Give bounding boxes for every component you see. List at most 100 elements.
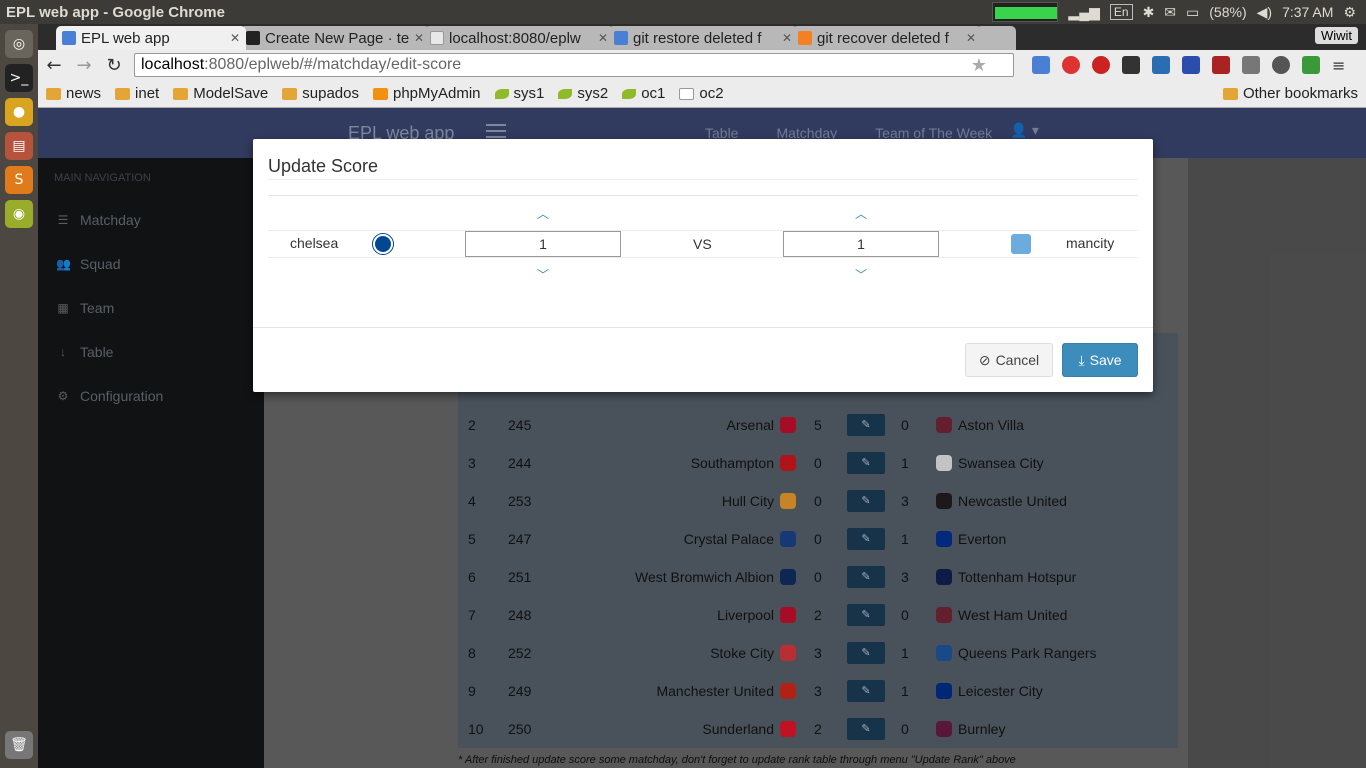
edit-button[interactable]: ✎ <box>847 414 885 436</box>
extension-icon[interactable] <box>1272 56 1290 74</box>
screen-icon[interactable] <box>1152 56 1170 74</box>
hamburger-menu-icon[interactable] <box>486 124 506 138</box>
edit-button[interactable]: ✎ <box>847 718 885 740</box>
cors-icon[interactable] <box>1302 56 1320 74</box>
row-number: 3 <box>468 455 476 471</box>
keyboard-indicator[interactable]: En <box>1109 4 1133 20</box>
folder-icon <box>115 87 131 100</box>
home-decrement-icon[interactable]: ﹀ <box>533 266 553 283</box>
forward-icon[interactable]: → <box>74 55 94 76</box>
away-score-input[interactable] <box>783 231 939 257</box>
leaf-icon <box>622 88 637 99</box>
menu-icon[interactable]: ≡ <box>1332 56 1345 75</box>
match-id: 250 <box>508 721 532 737</box>
edit-button[interactable]: ✎ <box>847 604 885 626</box>
browser-chrome: EPL web app ✕ Create New Page · te ✕ loc… <box>38 24 1366 108</box>
close-icon[interactable]: ✕ <box>230 31 240 45</box>
tab-label: localhost:8080/eplw <box>449 29 581 47</box>
home-increment-icon[interactable]: ︿ <box>533 205 553 222</box>
table-row: 6 251 West Bromwich Albion 0 ✎ 3 Tottenham Hot… <box>458 559 1178 597</box>
update-score-modal: Update Score chelsea ︿ ﹀ VS ︿ ﹀ mancity … <box>253 139 1153 392</box>
save-button[interactable]: ⤓ Save <box>1062 343 1138 377</box>
close-icon[interactable]: ✕ <box>782 31 792 45</box>
edit-button[interactable]: ✎ <box>847 680 885 702</box>
cancel-button[interactable]: ⊘ Cancel <box>965 343 1053 377</box>
power-icon[interactable]: ⚙ <box>1343 4 1356 21</box>
back-icon[interactable]: ← <box>44 55 64 76</box>
sidebar-item-squad[interactable]: 👥 Squad <box>38 242 269 286</box>
page-favicon-icon <box>430 31 444 45</box>
signal-icon[interactable]: ▂▄▆ <box>1068 4 1099 21</box>
bookmark-other[interactable]: Other bookmarks <box>1222 85 1358 102</box>
away-score: 3 <box>901 493 909 509</box>
wiwit-button[interactable]: Wiwit <box>1314 27 1358 44</box>
bookmark-oc1[interactable]: oc1 <box>622 85 665 102</box>
tab-label: git restore deleted f <box>633 29 762 47</box>
close-icon[interactable]: ✕ <box>966 31 976 45</box>
tab-localhost[interactable]: localhost:8080/eplw ✕ <box>424 26 614 50</box>
pma-icon <box>372 87 388 100</box>
bookmark-supados[interactable]: supados <box>282 85 359 102</box>
sidebar-item-configuration[interactable]: ⚙ Configuration <box>38 374 269 418</box>
bookmark-news[interactable]: news <box>46 85 101 102</box>
tab-git-recover[interactable]: git recover deleted f ✕ <box>792 26 982 50</box>
extension-icon[interactable] <box>1122 56 1140 74</box>
tab-epl-web-app[interactable]: EPL web app ✕ <box>56 26 246 50</box>
clock[interactable]: 7:37 AM <box>1282 4 1333 20</box>
home-team: Sunderland <box>702 721 774 737</box>
away-score: 1 <box>901 645 909 661</box>
bookmark-inet[interactable]: inet <box>115 85 159 102</box>
translate-icon[interactable] <box>1032 56 1050 74</box>
close-icon[interactable]: ✕ <box>598 31 608 45</box>
bluetooth-icon[interactable]: ✱ <box>1143 4 1155 21</box>
sublime-icon[interactable]: S <box>5 166 33 194</box>
dash-icon[interactable]: ◎ <box>5 30 33 58</box>
trash-icon[interactable]: 🗑 <box>5 731 33 759</box>
battery-icon[interactable]: ▭ <box>1186 4 1199 21</box>
sidebar-item-matchday[interactable]: ☰ Matchday <box>38 198 269 242</box>
mancity-crest-icon <box>1011 234 1031 254</box>
extension-icon[interactable] <box>1182 56 1200 74</box>
chrome-icon[interactable]: ● <box>5 98 33 126</box>
home-team: Southampton <box>690 455 774 471</box>
table-row: 3 244 Southampton 0 ✎ 1 Swansea City <box>458 445 1178 483</box>
home-score-input[interactable] <box>465 231 621 257</box>
bookmark-modelsave[interactable]: ModelSave <box>173 85 268 102</box>
match-id: 244 <box>508 455 532 471</box>
bookmark-sys1[interactable]: sys1 <box>494 85 544 102</box>
url-path: :8080/eplweb/#/matchday/edit-score <box>204 56 462 73</box>
home-crest-icon <box>780 417 796 433</box>
edit-button[interactable]: ✎ <box>847 566 885 588</box>
bookmark-sys2[interactable]: sys2 <box>558 85 608 102</box>
edit-button[interactable]: ✎ <box>847 642 885 664</box>
edit-button[interactable]: ✎ <box>847 452 885 474</box>
sidebar-item-table[interactable]: ↓ Table <box>38 330 269 374</box>
edit-button[interactable]: ✎ <box>847 528 885 550</box>
extension-icon[interactable] <box>1062 56 1080 74</box>
bookmark-phpmyadmin[interactable]: phpMyAdmin <box>372 85 481 102</box>
bookmark-oc2[interactable]: oc2 <box>679 85 724 102</box>
bookmark-star-icon[interactable]: ★ <box>971 55 987 76</box>
away-decrement-icon[interactable]: ﹀ <box>851 266 871 283</box>
terminal-icon[interactable]: >_ <box>5 64 33 92</box>
sidebar-item-team[interactable]: ▦ Team <box>38 286 269 330</box>
user-menu-icon[interactable]: 👤 ▾ <box>1010 123 1039 139</box>
stackoverflow-favicon-icon <box>798 31 812 45</box>
address-bar[interactable]: localhost:8080/eplweb/#/matchday/edit-sc… <box>134 53 1014 77</box>
reload-icon[interactable]: ↻ <box>104 55 124 76</box>
close-icon[interactable]: ✕ <box>414 31 424 45</box>
battery-percent[interactable]: (58%) <box>1209 4 1246 20</box>
edit-button[interactable]: ✎ <box>847 490 885 512</box>
new-tab-button[interactable] <box>976 26 1016 50</box>
shield-icon[interactable] <box>1242 56 1260 74</box>
away-increment-icon[interactable]: ︿ <box>851 205 871 222</box>
away-team: Newcastle United <box>958 493 1067 509</box>
tab-git-restore[interactable]: git restore deleted f ✕ <box>608 26 798 50</box>
extension-icon[interactable] <box>1212 56 1230 74</box>
adblock-icon[interactable] <box>1092 56 1110 74</box>
files-icon[interactable]: ▤ <box>5 132 33 160</box>
app-icon[interactable]: ◉ <box>5 200 33 228</box>
volume-icon[interactable]: ◀) <box>1257 4 1272 21</box>
mail-icon[interactable]: ✉ <box>1164 4 1176 21</box>
tab-create-new-page[interactable]: Create New Page · te ✕ <box>240 26 430 50</box>
